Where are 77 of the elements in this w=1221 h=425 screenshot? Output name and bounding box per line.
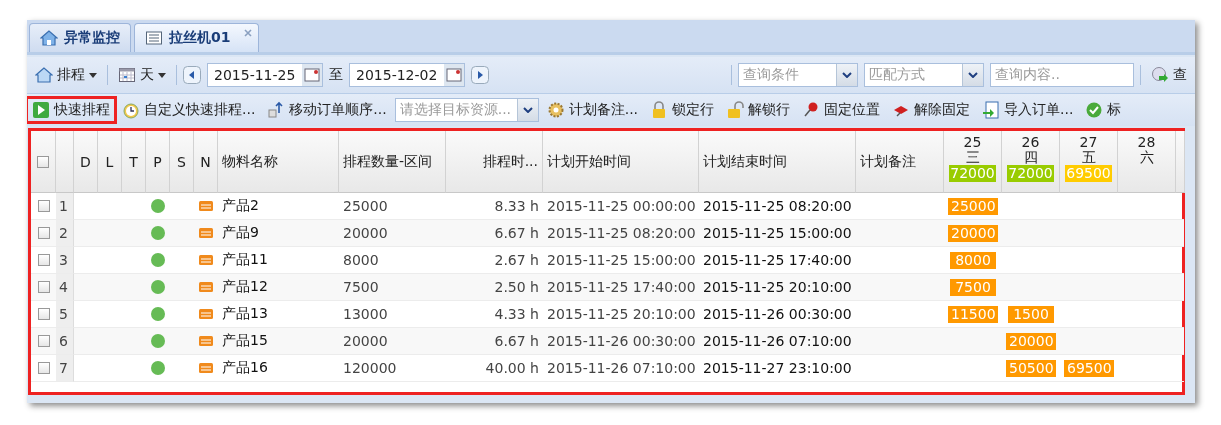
table-cell: 产品15 [218,328,339,355]
daily-quantity: 50500 [1006,359,1056,377]
toolbar-button[interactable]: 导入订单... [978,99,1078,121]
toolbar-button[interactable]: 自定义快速排程... [118,99,260,121]
toolbar-button[interactable]: 标 [1081,99,1126,121]
weekday-label: 五 [1081,150,1096,165]
column-header[interactable]: 计划结束时间 [699,131,856,193]
tab[interactable]: 拉丝机01 [134,23,260,52]
column-header[interactable]: S [170,131,194,193]
daily-total: 69500 [1065,165,1112,182]
daily-quantity: 69500 [1064,359,1114,377]
end-date-field[interactable]: 2015-12-02 [349,63,465,87]
daily-quantity: 8000 [950,251,996,269]
table-cell: 产品16 [218,355,339,382]
day-number: 28 [1137,135,1156,150]
toolbar-button[interactable]: 解除固定 [888,99,975,121]
daily-quantity: 20000 [948,224,998,242]
column-header[interactable]: 计划开始时间 [543,131,699,193]
table-cell: 产品9 [218,220,339,247]
toolbar-button[interactable]: 锁定行 [646,99,719,121]
table-cell: 2015-11-25 08:20:00 [543,220,699,247]
row-number: 3 [56,247,74,274]
column-header[interactable]: T [122,131,146,193]
range-label: 至 [329,66,343,84]
table-cell: 6.67 h [446,328,543,355]
schedule-menu[interactable]: 排程 [31,64,101,86]
table-cell: 120000 [339,355,446,382]
daily-quantity: 11500 [948,305,998,323]
day-number: 25 [963,135,982,150]
column-header[interactable]: 排程时... [446,131,543,193]
weekday-label: 六 [1139,150,1154,165]
column-header[interactable]: N [194,131,218,193]
view-menu[interactable]: 天 [114,64,170,86]
table-cell: 2015-11-26 00:30:00 [543,328,699,355]
row-number: 5 [56,301,74,328]
column-header[interactable]: P [146,131,170,193]
table-cell: 产品12 [218,274,339,301]
column-header[interactable]: 计划备注 [856,131,944,193]
table-cell: 2015-11-27 23:10:00 [699,355,856,382]
row-number: 1 [56,193,74,220]
column-header[interactable]: 排程数量-区间 [339,131,446,193]
toolbar-button[interactable]: 快速排程 [28,99,114,121]
column-header[interactable]: 物料名称 [218,131,339,193]
row-number: 6 [56,328,74,355]
daily-total: 72000 [1007,165,1054,182]
table-cell: 20000 [339,220,446,247]
daily-quantity: 1500 [1008,305,1054,323]
column-header[interactable]: D [74,131,98,193]
table-cell: 2015-11-25 20:10:00 [699,274,856,301]
row-number: 2 [56,220,74,247]
table-cell: 2015-11-26 07:10:00 [699,328,856,355]
row-number: 4 [56,274,74,301]
table-cell: 2015-11-26 07:10:00 [543,355,699,382]
row-number: 7 [56,355,74,382]
daily-quantity: 7500 [950,278,996,296]
day-number: 26 [1021,135,1040,150]
query-button[interactable]: 查 [1147,64,1191,86]
table-cell: 6.67 h [446,220,543,247]
toolbar-button[interactable]: 移动订单顺序... [263,99,391,121]
column-header[interactable]: L [98,131,122,193]
daily-total: 72000 [949,165,996,182]
table-cell: 2015-11-25 15:00:00 [699,220,856,247]
toolbar-button[interactable]: 计划备注... [542,99,643,121]
toolbar-button[interactable]: 固定位置 [798,99,885,121]
table-cell: 7500 [339,274,446,301]
start-date-field[interactable]: 2015-11-25 [207,63,323,87]
tab[interactable]: 异常监控 [29,23,131,52]
table-cell: 40.00 h [446,355,543,382]
table-cell: 2015-11-25 17:40:00 [543,274,699,301]
daily-quantity: 25000 [948,197,998,215]
table-cell: 2.50 h [446,274,543,301]
toolbar-button[interactable]: 解锁行 [722,99,795,121]
table-cell: 20000 [339,328,446,355]
weekday-label: 三 [965,150,980,165]
daily-quantity: 20000 [1006,332,1056,350]
day-number: 27 [1079,135,1098,150]
weekday-label: 四 [1023,150,1038,165]
